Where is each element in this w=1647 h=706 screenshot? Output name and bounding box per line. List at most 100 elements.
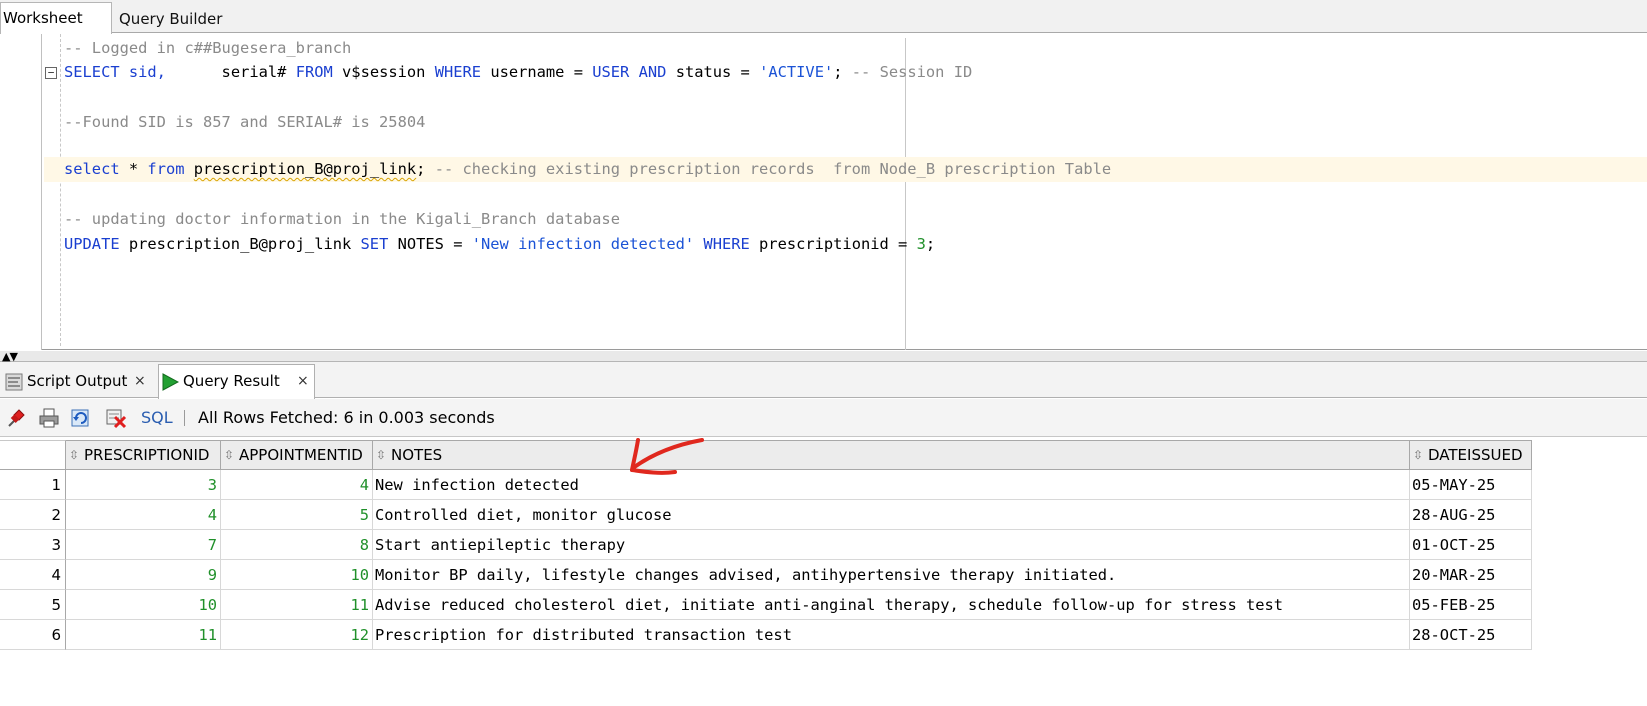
column-header-notes[interactable]: ⇳ NOTES bbox=[373, 440, 1410, 470]
row-number[interactable]: 2 bbox=[0, 500, 66, 530]
cell-notes[interactable]: Monitor BP daily, lifestyle changes advi… bbox=[373, 560, 1410, 590]
table-row[interactable]: 1 3 4 New infection detected 05-MAY-25 bbox=[0, 470, 1532, 500]
tab-query-builder[interactable]: Query Builder bbox=[113, 4, 228, 35]
table-row[interactable]: 2 4 5 Controlled diet, monitor glucose 28-AU… bbox=[0, 500, 1532, 530]
sql-text: * bbox=[119, 160, 148, 178]
table-row[interactable]: 5 10 11 Advise reduced cholesterol diet, in… bbox=[0, 590, 1532, 620]
sort-icon[interactable]: ⇳ bbox=[1413, 441, 1425, 469]
column-header-label: NOTES bbox=[391, 446, 443, 464]
tab-label: Query Result bbox=[183, 372, 280, 390]
sql-text: prescriptionid = bbox=[749, 235, 917, 253]
sql-keyword: USER bbox=[592, 63, 630, 81]
pane-splitter[interactable]: ▲▼ bbox=[0, 351, 1647, 362]
sql-number: 3 bbox=[916, 235, 926, 253]
row-number[interactable]: 5 bbox=[0, 590, 66, 620]
cell-notes[interactable]: New infection detected bbox=[373, 470, 1410, 500]
grid-header-row: ⇳ PRESCRIPTIONID ⇳ APPOINTMENTID ⇳ NOTES ⇳ D… bbox=[0, 440, 1532, 470]
cell-notes[interactable]: Start antiepileptic therapy bbox=[373, 530, 1410, 560]
cell-dateissued[interactable]: 20-MAR-25 bbox=[1410, 560, 1532, 590]
cell-dateissued[interactable]: 05-FEB-25 bbox=[1410, 590, 1532, 620]
column-header-prescriptionid[interactable]: ⇳ PRESCRIPTIONID bbox=[66, 440, 221, 470]
sql-text: NOTES = bbox=[388, 235, 472, 253]
column-header-label: DATEISSUED bbox=[1428, 446, 1523, 464]
code-line-4: --Found SID is 857 and SERIAL# is 25804 bbox=[64, 113, 426, 131]
fetch-status-text: All Rows Fetched: 6 in 0.003 seconds bbox=[198, 408, 495, 427]
delete-icon[interactable] bbox=[105, 407, 127, 429]
cell-prescriptionid[interactable]: 4 bbox=[66, 500, 221, 530]
sort-icon[interactable]: ⇳ bbox=[376, 441, 388, 469]
sql-identifier: sid, bbox=[119, 63, 166, 81]
cell-notes[interactable]: Prescription for distributed transaction… bbox=[373, 620, 1410, 650]
print-icon[interactable] bbox=[38, 407, 60, 429]
output-tab-strip: Script Output × Query Result × bbox=[0, 362, 1647, 399]
cell-notes[interactable]: Advise reduced cholesterol diet, initiat… bbox=[373, 590, 1410, 620]
code-line-9: UPDATE prescription_B@proj_link SET NOTE… bbox=[64, 232, 935, 257]
cell-prescriptionid[interactable]: 11 bbox=[66, 620, 221, 650]
close-tab-icon[interactable]: × bbox=[134, 365, 146, 397]
column-header-dateissued[interactable]: ⇳ DATEISSUED bbox=[1410, 440, 1532, 470]
sql-keyword: WHERE bbox=[703, 235, 750, 253]
code-line-2: SELECT sid, serial# FROM v$session WHERE… bbox=[64, 60, 972, 85]
pin-icon[interactable] bbox=[5, 407, 27, 429]
cell-appointmentid[interactable]: 4 bbox=[221, 470, 373, 500]
sql-keyword: WHERE bbox=[434, 63, 482, 81]
sql-text: prescription_B@proj_link bbox=[119, 235, 361, 253]
column-header-appointmentid[interactable]: ⇳ APPOINTMENTID bbox=[221, 440, 373, 470]
tab-worksheet[interactable]: Worksheet bbox=[0, 2, 112, 34]
cell-notes[interactable]: Controlled diet, monitor glucose bbox=[373, 500, 1410, 530]
tab-query-result[interactable]: Query Result × bbox=[158, 364, 315, 399]
sort-icon[interactable]: ⇳ bbox=[69, 441, 81, 469]
cell-prescriptionid[interactable]: 3 bbox=[66, 470, 221, 500]
refresh-icon[interactable] bbox=[70, 407, 92, 429]
script-output-icon bbox=[5, 373, 23, 391]
sql-text: status = bbox=[666, 63, 760, 81]
sql-text: ; bbox=[833, 63, 852, 81]
annotation-arrow-icon bbox=[630, 438, 704, 475]
code-line-1: -- Logged in c##Bugesera_branch bbox=[64, 39, 352, 57]
fold-toggle-icon[interactable]: − bbox=[45, 67, 57, 79]
cell-dateissued[interactable]: 05-MAY-25 bbox=[1410, 470, 1532, 500]
sql-text: username = bbox=[481, 63, 593, 81]
result-grid[interactable]: ⇳ PRESCRIPTIONID ⇳ APPOINTMENTID ⇳ NOTES ⇳ D… bbox=[0, 440, 1647, 706]
table-row[interactable]: 4 9 10 Monitor BP daily, lifestyle changes … bbox=[0, 560, 1532, 590]
tab-script-output[interactable]: Script Output × bbox=[3, 365, 158, 398]
close-tab-icon[interactable]: × bbox=[297, 365, 309, 397]
editor-tab-strip: Worksheet Query Builder bbox=[0, 0, 1647, 35]
cell-prescriptionid[interactable]: 9 bbox=[66, 560, 221, 590]
code-line-8: -- updating doctor information in the Ki… bbox=[64, 210, 620, 228]
sql-editor[interactable]: -- Logged in c##Bugesera_branch − SELECT… bbox=[0, 34, 1647, 350]
cell-appointmentid[interactable]: 10 bbox=[221, 560, 373, 590]
cell-appointmentid[interactable]: 11 bbox=[221, 590, 373, 620]
row-number[interactable]: 1 bbox=[0, 470, 66, 500]
sql-keyword: SET bbox=[360, 235, 389, 253]
cell-prescriptionid[interactable]: 10 bbox=[66, 590, 221, 620]
row-number[interactable]: 6 bbox=[0, 620, 66, 650]
cell-dateissued[interactable]: 28-OCT-25 bbox=[1410, 620, 1532, 650]
collapse-arrows-icon[interactable]: ▲▼ bbox=[2, 351, 18, 362]
sql-text: v$session bbox=[332, 63, 435, 81]
sql-comment: -- Session ID bbox=[851, 63, 973, 81]
sql-keyword: SELECT bbox=[64, 63, 120, 81]
row-number[interactable]: 4 bbox=[0, 560, 66, 590]
sql-keyword: from bbox=[147, 160, 185, 178]
column-header-label: PRESCRIPTIONID bbox=[84, 446, 210, 464]
code-line-6-current: select * from prescription_B@proj_link; … bbox=[44, 157, 1647, 182]
sql-keyword: select bbox=[64, 160, 120, 178]
sql-text: ; bbox=[925, 235, 936, 253]
cell-appointmentid[interactable]: 8 bbox=[221, 530, 373, 560]
table-row[interactable]: 3 7 8 Start antiepileptic therapy 01-OCT-25 bbox=[0, 530, 1532, 560]
table-row[interactable]: 6 11 12 Prescription for distributed transa… bbox=[0, 620, 1532, 650]
cell-prescriptionid[interactable]: 7 bbox=[66, 530, 221, 560]
cell-appointmentid[interactable]: 5 bbox=[221, 500, 373, 530]
sort-icon[interactable]: ⇳ bbox=[224, 441, 236, 469]
sql-comment: -- checking existing prescription record… bbox=[434, 160, 1112, 178]
sql-string: 'ACTIVE' bbox=[759, 63, 834, 81]
sql-button[interactable]: SQL bbox=[141, 408, 173, 427]
cell-dateissued[interactable]: 28-AUG-25 bbox=[1410, 500, 1532, 530]
indent-guide bbox=[60, 34, 61, 346]
row-number[interactable]: 3 bbox=[0, 530, 66, 560]
cell-dateissued[interactable]: 01-OCT-25 bbox=[1410, 530, 1532, 560]
cell-appointmentid[interactable]: 12 bbox=[221, 620, 373, 650]
